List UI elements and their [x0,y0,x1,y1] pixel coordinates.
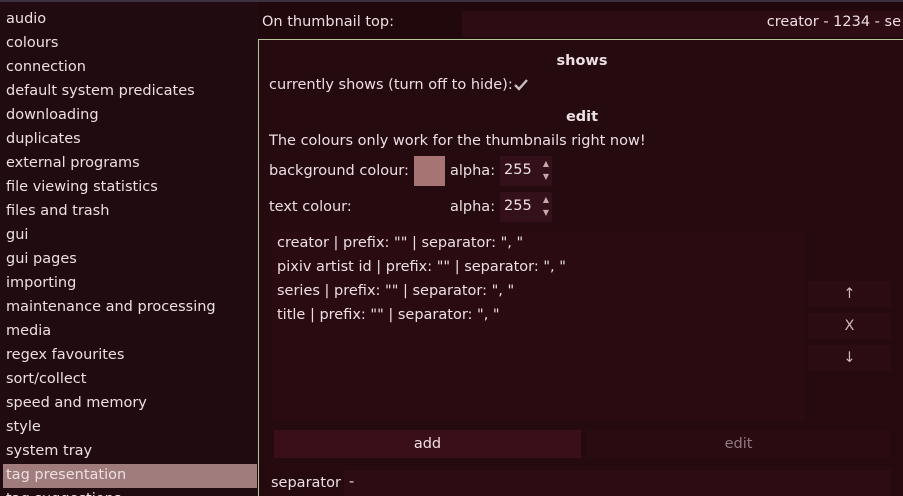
sidebar-item-downloading[interactable]: downloading [3,104,257,128]
sidebar-item-sort-collect[interactable]: sort/collect [3,368,257,392]
shows-toggle-label: currently shows (turn off to hide): [269,77,513,93]
sidebar-item-gui[interactable]: gui [3,224,257,248]
separator-value: - [349,474,355,490]
sidebar-item-file-viewing-statistics[interactable]: file viewing statistics [3,176,257,200]
sidebar-item-system-tray[interactable]: system tray [3,440,257,464]
move-up-button[interactable]: ↑ [808,281,891,307]
add-button[interactable]: add [274,430,581,458]
sidebar-item-default-system-predicates[interactable]: default system predicates [3,80,257,104]
sidebar-item-tag-presentation[interactable]: tag presentation [3,464,257,488]
sidebar-item-connection[interactable]: connection [3,56,257,80]
namespace-list[interactable]: creator | prefix: "" | separator: ", " p… [272,231,804,421]
sidebar-item-importing[interactable]: importing [3,272,257,296]
thumbnail-top-value: creator - 1234 - se [766,14,901,30]
list-item[interactable]: title | prefix: "" | separator: ", " [277,307,500,323]
sidebar-item-style[interactable]: style [3,416,257,440]
colours-note: The colours only work for the thumbnails… [269,133,646,149]
sidebar-item-audio[interactable]: audio [3,8,257,32]
sidebar-item-maintenance-and-processing[interactable]: maintenance and processing [3,296,257,320]
sidebar-item-duplicates[interactable]: duplicates [3,128,257,152]
thumbnail-top-label: On thumbnail top: [262,14,394,30]
background-alpha-spinner[interactable]: 255 ▲ ▼ [500,156,552,186]
background-alpha-label: alpha: [450,163,496,179]
background-alpha-value: 255 [504,162,532,178]
background-colour-label: background colour: [269,163,409,179]
sidebar-item-speed-and-memory[interactable]: speed and memory [3,392,257,416]
sidebar-item-media[interactable]: media [3,320,257,344]
separator-label: separator [271,475,341,491]
options-sidebar[interactable]: audio colours connection default system … [0,2,258,496]
shows-checkbox[interactable] [512,76,530,94]
text-alpha-spinner[interactable]: 255 ▲ ▼ [500,192,552,222]
check-icon [514,79,528,91]
background-colour-swatch[interactable] [414,156,445,186]
separator-input[interactable]: - [344,470,891,496]
spin-down-icon[interactable]: ▼ [543,173,549,181]
remove-button[interactable]: X [808,313,891,339]
list-item[interactable]: series | prefix: "" | separator: ", " [277,283,514,299]
sidebar-item-gui-pages[interactable]: gui pages [3,248,257,272]
edit-section-title: edit [565,109,599,125]
sidebar-item-regex-favourites[interactable]: regex favourites [3,344,257,368]
sidebar-item-colours[interactable]: colours [3,32,257,56]
sidebar-item-files-and-trash[interactable]: files and trash [3,200,257,224]
text-alpha-value: 255 [504,198,532,214]
spin-down-icon[interactable]: ▼ [543,209,549,217]
sidebar-item-external-programs[interactable]: external programs [3,152,257,176]
text-alpha-label: alpha: [450,199,496,215]
sidebar-item-tag-suggestions[interactable]: tag suggestions [3,488,257,496]
spin-up-icon[interactable]: ▲ [543,160,549,168]
list-item[interactable]: creator | prefix: "" | separator: ", " [277,235,523,251]
list-item[interactable]: pixiv artist id | prefix: "" | separator… [277,259,566,275]
text-colour-label: text colour: [269,199,352,215]
spin-up-icon[interactable]: ▲ [543,196,549,204]
thumbnail-top-field[interactable]: creator - 1234 - se [462,11,903,37]
move-down-button[interactable]: ↓ [808,345,891,371]
shows-section-title: shows [556,53,608,69]
edit-button[interactable]: edit [587,430,890,458]
